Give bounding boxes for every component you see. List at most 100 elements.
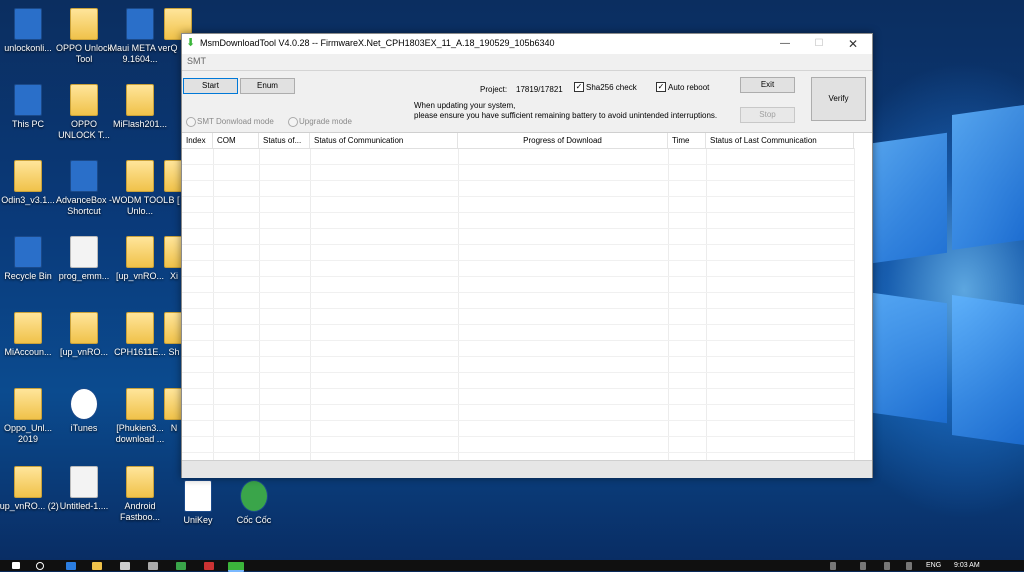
project-value: 17819/17821 bbox=[516, 85, 563, 94]
tray-icon[interactable] bbox=[884, 562, 890, 570]
tray-icon[interactable] bbox=[906, 562, 912, 570]
grid-line bbox=[182, 148, 854, 149]
desktop-icon[interactable]: prog_emm... bbox=[52, 236, 116, 282]
grid-line bbox=[182, 276, 854, 277]
grid-line bbox=[182, 388, 854, 389]
desktop-icon[interactable]: Maui META ver 9.1604... bbox=[108, 8, 172, 65]
desktop-icon[interactable]: Odin3_v3.1... bbox=[0, 160, 60, 206]
title-bar[interactable]: ⬇ MsmDownloadTool V4.0.28 -- FirmwareX.N… bbox=[182, 34, 872, 54]
desktop-icon[interactable]: MiFlash201... bbox=[108, 84, 172, 130]
auto-reboot-checkbox[interactable]: ✓ bbox=[656, 82, 666, 92]
column-header-status[interactable]: Status of... bbox=[259, 133, 310, 148]
desktop-icon[interactable]: OPPO Unlock Tool bbox=[52, 8, 116, 65]
desktop-icon[interactable]: [up_vnRO... bbox=[108, 236, 172, 282]
desktop-icon[interactable]: AdvanceBox - Shortcut bbox=[52, 160, 116, 217]
coccoc-taskbar-icon[interactable] bbox=[176, 562, 186, 570]
folder-icon bbox=[126, 84, 154, 116]
download-arrow-icon: ⬇ bbox=[186, 37, 196, 49]
folder-icon bbox=[14, 160, 42, 192]
desktop-icon[interactable]: unlockonli... bbox=[0, 8, 60, 54]
windows-logo-pane-3 bbox=[872, 292, 947, 424]
desktop-icon[interactable]: This PC bbox=[0, 84, 60, 130]
desktop-icon[interactable]: WODM TOOL Unlo... bbox=[108, 160, 172, 217]
close-button[interactable]: ✕ bbox=[836, 34, 870, 54]
grid-line bbox=[182, 436, 854, 437]
column-header-time[interactable]: Time bbox=[668, 133, 706, 148]
itunes-icon bbox=[70, 388, 98, 420]
stop-button[interactable]: Stop bbox=[740, 107, 795, 123]
app-icon bbox=[126, 8, 154, 40]
language-indicator[interactable]: ENG bbox=[926, 561, 941, 570]
divider bbox=[182, 70, 872, 71]
file-icon bbox=[70, 466, 98, 498]
grid-line bbox=[668, 148, 669, 461]
desktop-icon[interactable]: Oppo_Unl... 2019 bbox=[0, 388, 60, 445]
desktop-icon[interactable]: OPPO UNLOCK T... bbox=[52, 84, 116, 141]
maximize-button[interactable]: ☐ bbox=[802, 34, 836, 54]
folder-icon bbox=[70, 312, 98, 344]
clock[interactable]: 9:03 AM bbox=[954, 561, 980, 570]
grid-line bbox=[458, 148, 459, 461]
msm-download-tool-window: ⬇ MsmDownloadTool V4.0.28 -- FirmwareX.N… bbox=[181, 33, 873, 478]
grid-line bbox=[182, 340, 854, 341]
folder-icon bbox=[70, 8, 98, 40]
column-header-last-communication[interactable]: Status of Last Communication bbox=[706, 133, 854, 148]
enum-button[interactable]: Enum bbox=[240, 78, 295, 94]
start-button[interactable]: Start bbox=[183, 78, 238, 94]
grid-line bbox=[182, 356, 854, 357]
project-label: Project: bbox=[480, 85, 508, 94]
store-icon[interactable] bbox=[120, 562, 130, 570]
grid-line bbox=[182, 228, 854, 229]
column-header-index[interactable]: Index bbox=[182, 133, 213, 148]
folder-icon bbox=[126, 312, 154, 344]
upgrade-mode-radio[interactable] bbox=[288, 117, 298, 127]
folder-icon bbox=[70, 84, 98, 116]
column-header-com[interactable]: COM bbox=[213, 133, 259, 148]
sha256-label: Sha256 check bbox=[586, 83, 637, 92]
taskbar-app-icon[interactable] bbox=[148, 562, 158, 570]
file-explorer-icon[interactable] bbox=[92, 562, 102, 570]
exit-button[interactable]: Exit bbox=[740, 77, 795, 93]
desktop-icon[interactable]: [up_vnRO... (2) bbox=[0, 466, 60, 512]
desktop-icon[interactable]: Untitled-1.... bbox=[52, 466, 116, 512]
desktop-icon[interactable]: CPH1611E... bbox=[108, 312, 172, 358]
desktop-icon[interactable]: Cốc Cốc bbox=[222, 480, 286, 526]
column-header-status-communication[interactable]: Status of Communication bbox=[310, 133, 458, 148]
unikey-icon bbox=[184, 480, 212, 512]
app-icon bbox=[14, 8, 42, 40]
grid-line bbox=[182, 324, 854, 325]
desktop-icon[interactable]: MiAccoun... bbox=[0, 312, 60, 358]
column-header-progress[interactable]: Progress of Download bbox=[458, 133, 668, 148]
desktop-icon[interactable]: Recycle Bin bbox=[0, 236, 60, 282]
tray-icon[interactable] bbox=[830, 562, 836, 570]
smt-download-mode-radio[interactable] bbox=[186, 117, 196, 127]
auto-reboot-label: Auto reboot bbox=[668, 83, 710, 92]
window-title: MsmDownloadTool V4.0.28 -- FirmwareX.Net… bbox=[200, 38, 555, 48]
grid-line bbox=[182, 212, 854, 213]
windows-logo-pane-2 bbox=[952, 104, 1024, 251]
battery-notice-line1: When updating your system, bbox=[414, 101, 516, 110]
folder-icon bbox=[126, 160, 154, 192]
sha256-checkbox[interactable]: ✓ bbox=[574, 82, 584, 92]
desktop-icon[interactable]: Android Fastboo... bbox=[108, 466, 172, 523]
desktop-icon[interactable]: UniKey bbox=[166, 480, 230, 526]
file-icon bbox=[70, 236, 98, 268]
grid-line bbox=[706, 148, 707, 461]
grid-line bbox=[854, 148, 855, 461]
app-icon bbox=[70, 160, 98, 192]
windows-start-icon[interactable] bbox=[12, 562, 20, 569]
tray-icon[interactable] bbox=[860, 562, 866, 570]
desktop-icon[interactable]: iTunes bbox=[52, 388, 116, 434]
grid-line bbox=[182, 164, 854, 165]
verify-button[interactable]: Verify bbox=[811, 77, 866, 121]
desktop-icon[interactable]: [Phukien3... download ... bbox=[108, 388, 172, 445]
device-table[interactable]: Index COM Status of... Status of Communi… bbox=[182, 132, 872, 461]
grid-line bbox=[213, 148, 214, 461]
taskbar-app-icon[interactable] bbox=[204, 562, 214, 570]
horizontal-scrollbar[interactable] bbox=[182, 460, 872, 478]
minimize-button[interactable]: — bbox=[768, 34, 802, 54]
edge-icon[interactable] bbox=[66, 562, 76, 570]
search-icon[interactable] bbox=[36, 562, 44, 570]
grid-line bbox=[182, 404, 854, 405]
desktop-icon[interactable]: [up_vnRO... bbox=[52, 312, 116, 358]
